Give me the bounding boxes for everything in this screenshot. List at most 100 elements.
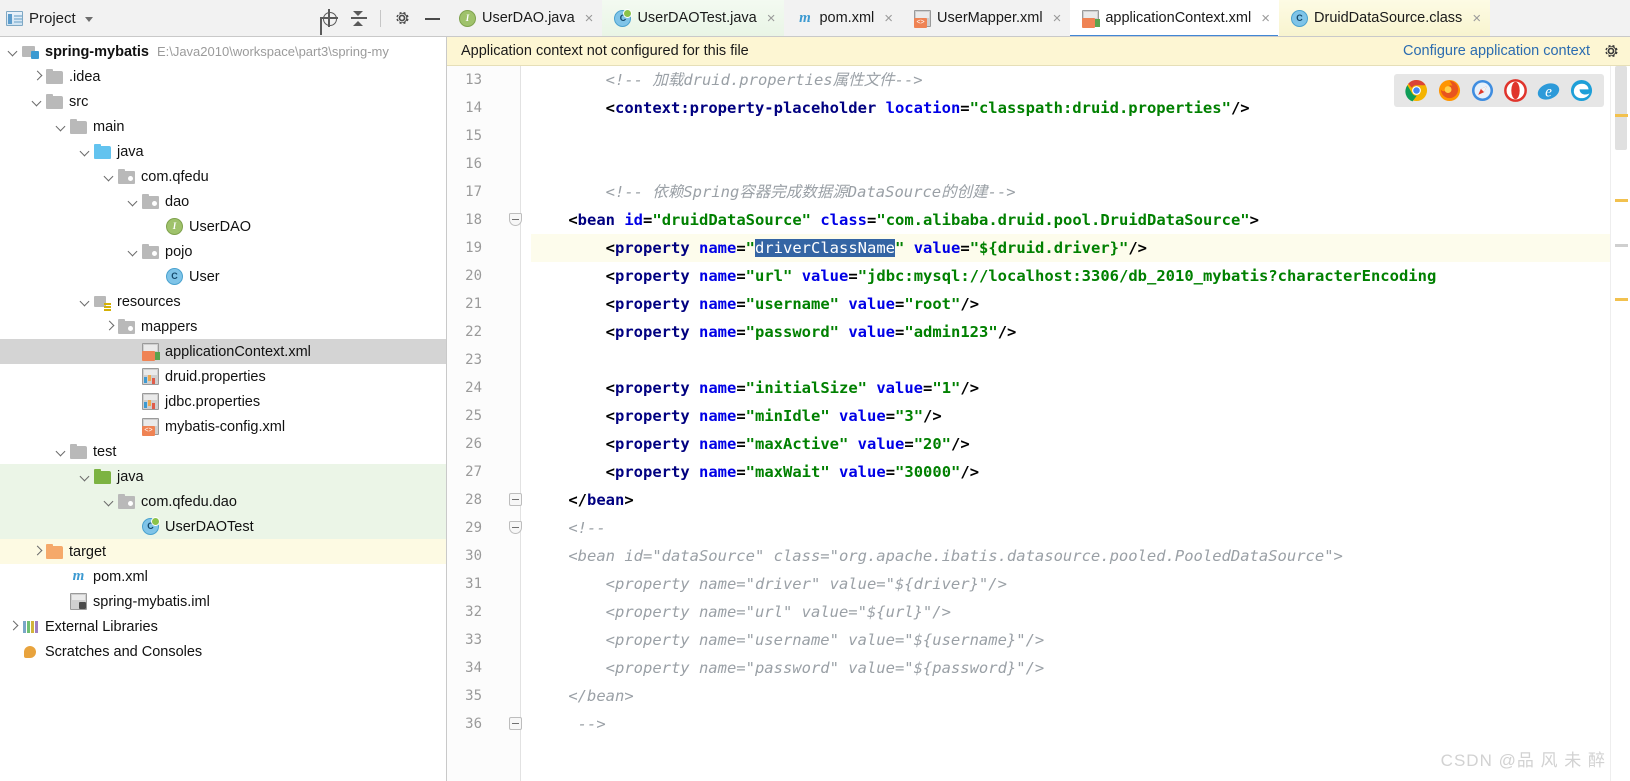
close-icon[interactable] (1053, 11, 1062, 26)
warning-marker[interactable] (1615, 199, 1628, 202)
edge-icon[interactable] (1570, 79, 1593, 102)
line-number[interactable]: 31 (452, 570, 482, 598)
close-icon[interactable] (1261, 11, 1270, 26)
tree-node-java[interactable]: java (0, 139, 446, 164)
code-line[interactable]: <property name="url" value="jdbc:mysql:/… (531, 262, 1610, 290)
chevron-down-icon[interactable] (126, 194, 142, 210)
code-line[interactable]: <bean id="dataSource" class="org.apache.… (531, 542, 1610, 570)
code-line[interactable] (531, 150, 1610, 178)
code-line[interactable]: <property name="initialSize" value="1"/> (531, 374, 1610, 402)
code-content[interactable]: <!-- 加载druid.properties属性文件--> <context:… (521, 66, 1610, 781)
tree-node-jdbc-properties[interactable]: jdbc.properties (0, 389, 446, 414)
tree-node-applicationcontext-xml[interactable]: applicationContext.xml (0, 339, 446, 364)
chrome-icon[interactable] (1405, 79, 1428, 102)
code-line[interactable]: <property name="driverClassName" value="… (531, 234, 1610, 262)
tree-node-spring-mybatis-iml[interactable]: spring-mybatis.iml (0, 589, 446, 614)
project-tree[interactable]: spring-mybatis E:\Java2010\workspace\part… (0, 37, 447, 781)
line-number[interactable]: 27 (452, 458, 482, 486)
locate-icon[interactable] (320, 9, 338, 27)
code-line[interactable]: <bean id="druidDataSource" class="com.al… (531, 206, 1610, 234)
line-number[interactable]: 17 (452, 178, 482, 206)
editor-tab-userdaotest-java[interactable]: UserDAOTest.java (602, 0, 785, 36)
code-line[interactable]: <property name="url" value="${url}"/> (531, 598, 1610, 626)
chevron-down-icon[interactable] (54, 444, 70, 460)
code-line[interactable]: </bean> (531, 486, 1610, 514)
code-line[interactable]: <property name="password" value="${passw… (531, 654, 1610, 682)
editor-tab-applicationcontext-xml[interactable]: applicationContext.xml (1070, 0, 1280, 36)
chevron-down-icon[interactable] (84, 17, 93, 22)
line-number[interactable]: 33 (452, 626, 482, 654)
close-icon[interactable] (767, 11, 776, 26)
tree-node-user[interactable]: User (0, 264, 446, 289)
editor-scrollbar[interactable] (1610, 66, 1630, 781)
chevron-down-icon[interactable] (126, 244, 142, 260)
tree-node-spring-mybatis[interactable]: spring-mybatis E:\Java2010\workspace\part… (0, 39, 446, 64)
line-number[interactable]: 32 (452, 598, 482, 626)
close-icon[interactable] (1472, 11, 1481, 26)
close-icon[interactable] (585, 11, 594, 26)
chevron-down-icon[interactable] (6, 44, 22, 60)
project-panel-title[interactable]: Project (6, 10, 93, 27)
tree-node-idea[interactable]: .idea (0, 64, 446, 89)
code-line[interactable]: <property name="password" value="admin12… (531, 318, 1610, 346)
line-number[interactable]: 22 (452, 318, 482, 346)
chevron-down-icon[interactable] (78, 294, 94, 310)
line-number-gutter[interactable]: 13 14 15 16 17 18 19 20 21 22 23 24 25 26 27 28 29 30 31 32… (447, 66, 522, 781)
line-number[interactable]: 16 (452, 150, 482, 178)
line-number[interactable]: 19 (452, 234, 482, 262)
internet-explorer-icon[interactable]: e (1537, 79, 1560, 102)
tree-node-src[interactable]: src (0, 89, 446, 114)
line-number[interactable]: 20 (452, 262, 482, 290)
code-line[interactable]: <property name="username" value="root"/> (531, 290, 1610, 318)
chevron-down-icon[interactable] (78, 144, 94, 160)
tree-node-external-libraries[interactable]: External Libraries (0, 614, 446, 639)
firefox-icon[interactable] (1438, 79, 1461, 102)
tree-node-java[interactable]: java (0, 464, 446, 489)
chevron-down-icon[interactable] (54, 119, 70, 135)
code-editor[interactable]: 13 14 15 16 17 18 19 20 21 22 23 24 25 26 27 28 29 30 31 32… (447, 66, 1630, 781)
tree-node-dao[interactable]: dao (0, 189, 446, 214)
line-number[interactable]: 25 (452, 402, 482, 430)
gear-icon[interactable] (1602, 42, 1620, 60)
close-icon[interactable] (884, 11, 893, 26)
line-number[interactable]: 13 (452, 66, 482, 94)
warning-marker[interactable] (1615, 114, 1628, 117)
line-number[interactable]: 18 (452, 206, 482, 234)
line-number[interactable]: 36 (452, 710, 482, 738)
tree-node-userdao[interactable]: UserDAO (0, 214, 446, 239)
opera-icon[interactable] (1504, 79, 1527, 102)
tree-node-pom-xml[interactable]: pom.xml (0, 564, 446, 589)
code-line[interactable]: <!-- (531, 514, 1610, 542)
chevron-right-icon[interactable] (6, 619, 22, 635)
chevron-right-icon[interactable] (102, 319, 118, 335)
chevron-down-icon[interactable] (102, 169, 118, 185)
tree-node-scratches-and-consoles[interactable]: Scratches and Consoles (0, 639, 446, 664)
chevron-right-icon[interactable] (30, 544, 46, 560)
tree-node-target[interactable]: target (0, 539, 446, 564)
line-number[interactable]: 24 (452, 374, 482, 402)
gear-icon[interactable] (393, 9, 411, 27)
tree-node-userdaotest[interactable]: UserDAOTest (0, 514, 446, 539)
chevron-down-icon[interactable] (78, 469, 94, 485)
line-number[interactable]: 23 (452, 346, 482, 374)
tree-node-mappers[interactable]: mappers (0, 314, 446, 339)
code-line[interactable]: </bean> (531, 682, 1610, 710)
tree-node-druid-properties[interactable]: druid.properties (0, 364, 446, 389)
line-number[interactable]: 14 (452, 94, 482, 122)
minimize-icon[interactable] (423, 9, 441, 27)
editor-tab-usermapper-xml[interactable]: UserMapper.xml (902, 0, 1070, 36)
chevron-right-icon[interactable] (30, 69, 46, 85)
code-line[interactable]: <property name="driver" value="${driver}… (531, 570, 1610, 598)
chevron-down-icon[interactable] (102, 494, 118, 510)
tree-node-com-qfedu[interactable]: com.qfedu (0, 164, 446, 189)
chevron-down-icon[interactable] (30, 94, 46, 110)
code-line[interactable]: <property name="minIdle" value="3"/> (531, 402, 1610, 430)
line-number[interactable]: 35 (452, 682, 482, 710)
editor-tab-pom-xml[interactable]: pom.xml (784, 0, 902, 36)
code-line[interactable] (531, 346, 1610, 374)
line-number[interactable]: 30 (452, 542, 482, 570)
collapse-all-icon[interactable] (350, 9, 368, 27)
configure-application-context-link[interactable]: Configure application context (1403, 43, 1590, 59)
code-line[interactable]: <property name="username" value="${usern… (531, 626, 1610, 654)
info-marker[interactable] (1615, 244, 1628, 247)
